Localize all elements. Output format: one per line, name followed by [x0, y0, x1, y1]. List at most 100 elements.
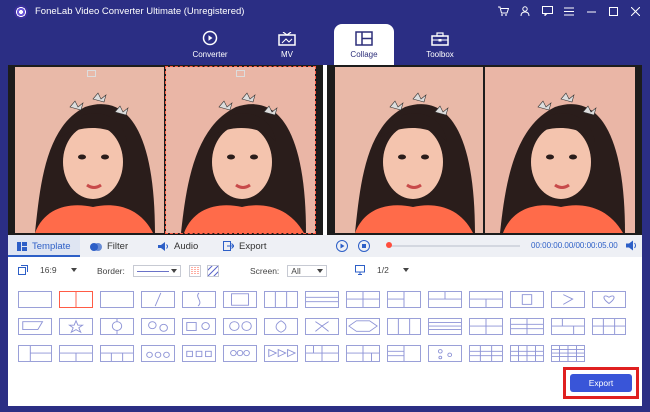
tab-converter[interactable]: Converter [180, 24, 240, 65]
ratio-value: 16:9 [40, 265, 57, 275]
stop-button[interactable] [358, 240, 370, 252]
template-layout-icon [603, 295, 615, 305]
template-option[interactable] [59, 318, 93, 335]
grid-color-icon [191, 267, 199, 275]
template-option[interactable] [346, 318, 380, 335]
template-option[interactable] [18, 345, 52, 362]
template-layout-icon [347, 346, 379, 361]
main-nav: Converter MV Collage Toolbox [0, 24, 650, 65]
template-option[interactable] [510, 345, 544, 362]
filter-icon [90, 242, 102, 251]
template-option[interactable] [469, 318, 503, 335]
tab-mv[interactable]: MV [257, 24, 317, 65]
chevron-down-icon [317, 269, 324, 273]
template-option[interactable] [428, 291, 462, 308]
border-color-button[interactable] [188, 265, 201, 277]
template-layout-icon [347, 292, 379, 307]
template-option[interactable] [59, 345, 93, 362]
template-option[interactable] [59, 291, 93, 308]
template-option[interactable] [18, 291, 52, 308]
template-layout-icon [511, 346, 543, 361]
template-option[interactable] [182, 345, 216, 362]
template-layout-icon [186, 350, 212, 358]
volume-button[interactable] [626, 240, 638, 254]
collage-cell-2[interactable] [165, 66, 316, 234]
template-option[interactable] [182, 318, 216, 335]
template-option[interactable] [551, 318, 585, 335]
close-icon[interactable] [626, 3, 644, 19]
tab-export[interactable]: Export [223, 235, 266, 257]
minimize-icon[interactable] [582, 3, 600, 19]
screen-control: Screen: All [250, 265, 328, 277]
template-option[interactable] [305, 291, 339, 308]
user-icon[interactable] [516, 3, 534, 19]
template-option[interactable] [100, 345, 134, 362]
progress-handle[interactable] [386, 242, 392, 248]
template-layout-icon [154, 292, 162, 307]
ratio-select[interactable]: 16:9 [18, 265, 77, 275]
template-option[interactable] [428, 345, 462, 362]
app-logo-icon [14, 5, 28, 19]
template-option[interactable] [223, 291, 257, 308]
template-option[interactable] [592, 318, 626, 335]
template-option[interactable] [223, 318, 257, 335]
template-option[interactable] [510, 291, 544, 308]
template-layout-icon [348, 320, 378, 332]
template-option[interactable] [469, 291, 503, 308]
template-option[interactable] [551, 291, 585, 308]
output-cell-1 [335, 67, 483, 233]
feedback-icon[interactable] [538, 3, 556, 19]
template-option[interactable] [387, 291, 421, 308]
collage-cell-1[interactable] [15, 67, 164, 233]
template-layout-icon [148, 321, 168, 332]
border-pattern-button[interactable] [206, 265, 219, 277]
monitor-icon [355, 265, 365, 275]
template-option[interactable] [469, 345, 503, 362]
play-button[interactable] [336, 240, 348, 252]
template-option[interactable] [264, 291, 298, 308]
tab-filter[interactable]: Filter [90, 235, 128, 257]
menu-icon[interactable] [560, 3, 578, 19]
template-option[interactable] [346, 345, 380, 362]
progress-track[interactable] [388, 245, 520, 247]
template-option[interactable] [387, 318, 421, 335]
template-option[interactable] [592, 291, 626, 308]
screen-select[interactable]: All [287, 265, 328, 277]
maximize-icon[interactable] [604, 3, 622, 19]
template-option[interactable]: h2 [100, 291, 134, 308]
template-option[interactable] [141, 345, 175, 362]
template-option[interactable] [428, 318, 462, 335]
app-title: FoneLab Video Converter Ultimate (Unregi… [35, 6, 245, 17]
template-option[interactable] [182, 291, 216, 308]
tab-audio[interactable]: Audio [158, 235, 198, 257]
template-option[interactable] [264, 345, 298, 362]
template-option[interactable] [305, 345, 339, 362]
template-layout-icon: h2 [101, 292, 133, 307]
template-option[interactable] [305, 318, 339, 335]
tab-toolbox[interactable]: Toolbox [410, 24, 470, 65]
tab-label: Template [32, 240, 71, 252]
template-option[interactable] [387, 345, 421, 362]
preview-player: 00:00:00.00/00:00:05.00 [328, 235, 642, 257]
template-option[interactable] [551, 345, 585, 362]
tab-template[interactable]: Template [8, 235, 80, 257]
template-layout-icon [470, 298, 502, 307]
border-style-select[interactable] [132, 265, 181, 277]
template-option[interactable] [346, 291, 380, 308]
template-layout-icon [397, 319, 411, 334]
template-option[interactable] [223, 345, 257, 362]
page-select[interactable]: 1/2 [355, 265, 409, 275]
template-option[interactable] [141, 318, 175, 335]
template-option[interactable] [141, 291, 175, 308]
tab-collage[interactable]: Collage [334, 24, 394, 65]
template-layout-icon [429, 322, 461, 331]
export-button[interactable]: Export [570, 374, 632, 392]
template-layout-icon [197, 292, 201, 307]
template-option[interactable] [510, 318, 544, 335]
template-option[interactable] [264, 318, 298, 335]
cart-icon[interactable] [494, 3, 512, 19]
template-layout-icon [19, 292, 51, 307]
template-option[interactable] [18, 318, 52, 335]
template-option[interactable] [100, 318, 134, 335]
template-layout-icon [75, 292, 77, 307]
